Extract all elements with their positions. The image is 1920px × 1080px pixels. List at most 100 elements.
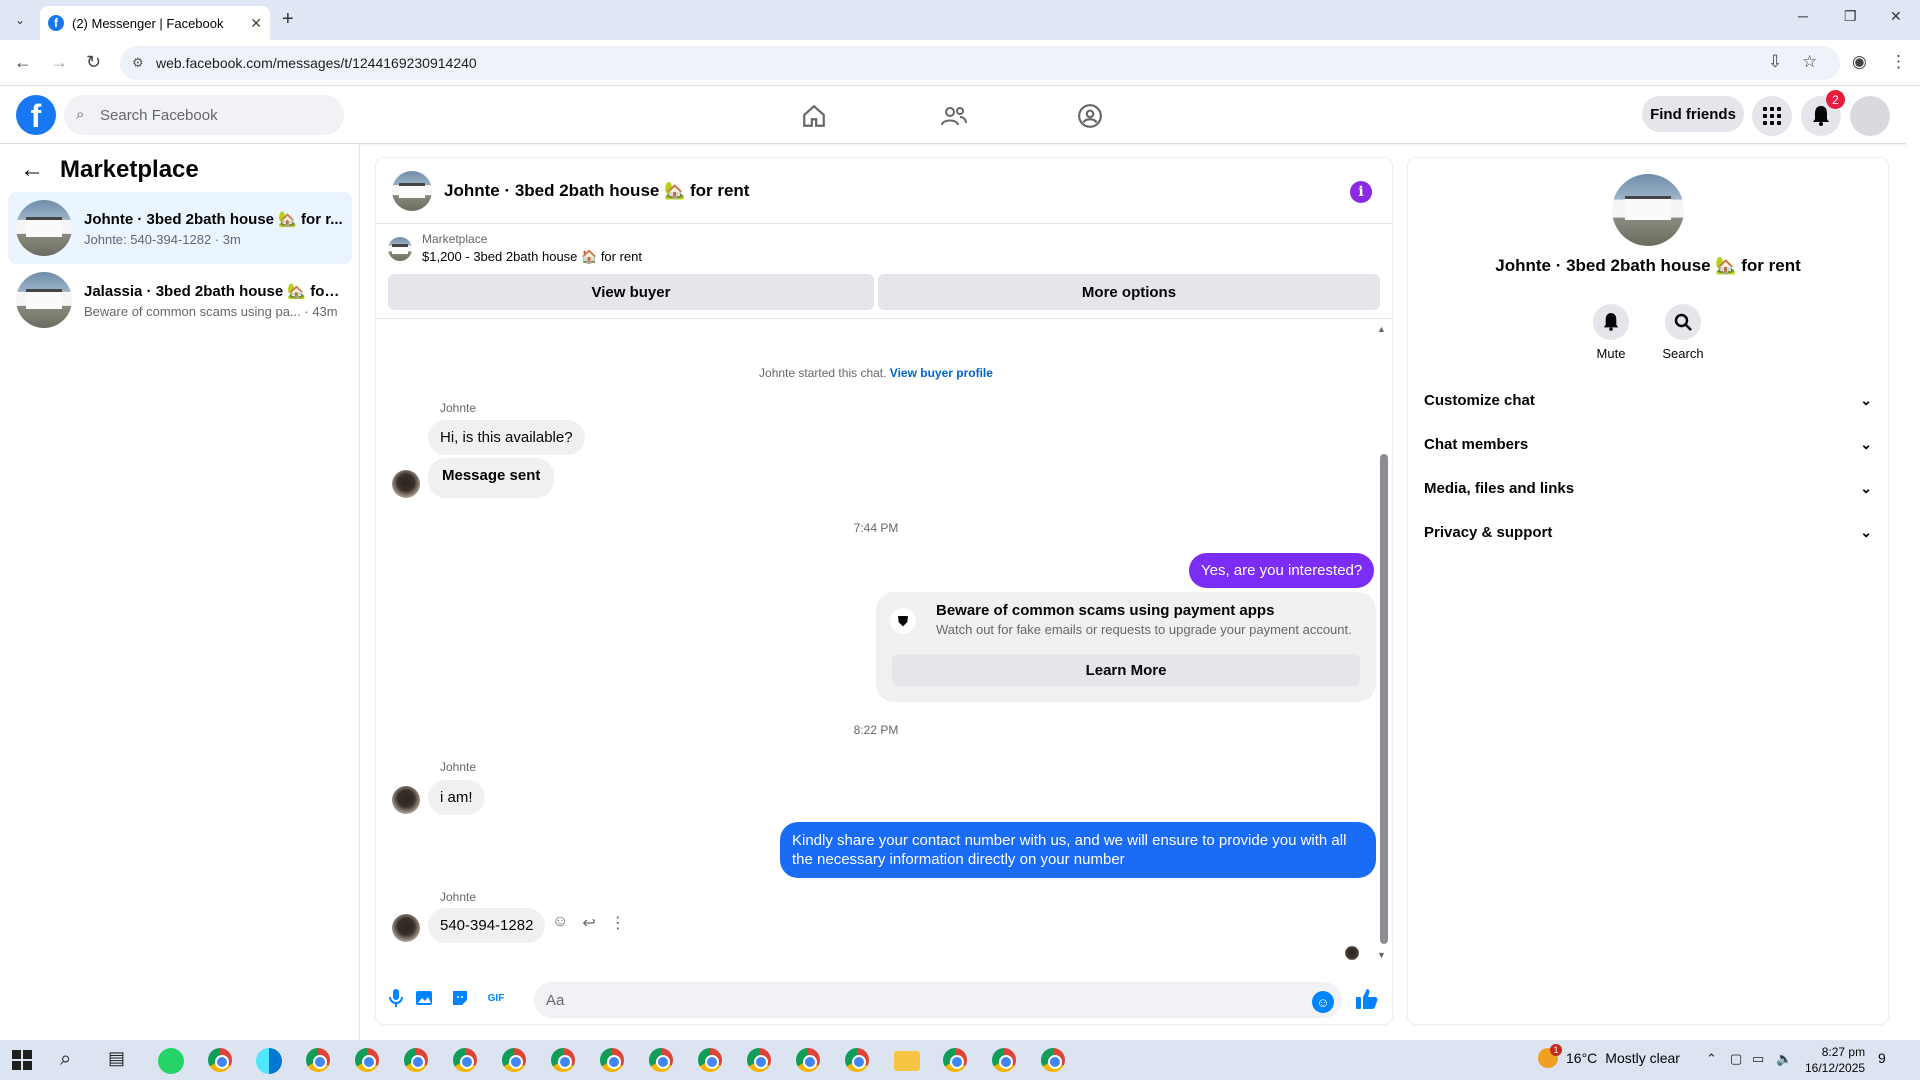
chrome-icon[interactable]: [355, 1048, 379, 1072]
chat-members-row[interactable]: Chat members ⌄: [1424, 426, 1872, 462]
chrome-icon[interactable]: [1041, 1048, 1065, 1072]
more-icon[interactable]: ⋮: [610, 913, 626, 933]
listing-summary[interactable]: Marketplace $1,200 - 3bed 2bath house 🏠 …: [388, 232, 642, 265]
notification-center-icon[interactable]: 9: [1878, 1050, 1886, 1066]
new-tab-button[interactable]: +: [282, 8, 294, 31]
bookmark-star-icon[interactable]: ☆: [1802, 52, 1817, 72]
listing-avatar[interactable]: [1612, 174, 1684, 246]
system-clock[interactable]: 8:27 pm 16/12/2025: [1805, 1044, 1865, 1076]
media-files-links-row[interactable]: Media, files and links ⌄: [1424, 470, 1872, 506]
file-explorer-icon[interactable]: [894, 1051, 920, 1071]
home-nav-icon[interactable]: [794, 96, 834, 136]
close-window-button[interactable]: ✕: [1890, 8, 1902, 25]
chrome-icon[interactable]: [796, 1048, 820, 1072]
message-bubble-incoming[interactable]: i am!: [428, 780, 485, 815]
scroll-up-arrow-icon[interactable]: ▲: [1377, 324, 1386, 334]
microphone-icon[interactable]: [384, 986, 408, 1010]
message-bubble-incoming[interactable]: Hi, is this available?: [428, 420, 585, 455]
chrome-icon[interactable]: [453, 1048, 477, 1072]
chat-scrollbar[interactable]: [1380, 454, 1388, 944]
site-info-icon[interactable]: ⚙: [132, 55, 144, 71]
learn-more-button[interactable]: Learn More: [892, 654, 1360, 686]
groups-nav-icon[interactable]: [1070, 96, 1110, 136]
message-bubble-outgoing[interactable]: Yes, are you interested?: [1189, 553, 1375, 588]
listing-description: $1,200 - 3bed 2bath house 🏠 for rent: [422, 249, 643, 264]
url-field[interactable]: ⚙ web.facebook.com/messages/t/1244169230…: [120, 46, 1840, 80]
gif-icon[interactable]: GIF: [484, 986, 508, 1010]
browser-menu-icon[interactable]: ⋮: [1890, 52, 1907, 72]
chrome-icon[interactable]: [698, 1048, 722, 1072]
profile-icon[interactable]: ◉: [1852, 52, 1867, 72]
edge-icon[interactable]: [256, 1048, 282, 1074]
scroll-down-arrow-icon[interactable]: ▼: [1377, 950, 1386, 960]
message-bubble-incoming[interactable]: 540-394-1282: [428, 908, 546, 943]
volume-icon[interactable]: 🔈: [1776, 1051, 1792, 1067]
chrome-icon[interactable]: [208, 1048, 232, 1072]
taskbar-search-icon[interactable]: ⌕: [60, 1048, 71, 1071]
back-arrow-icon[interactable]: ←: [14, 52, 32, 73]
section-label: Privacy & support: [1424, 523, 1553, 541]
privacy-support-row[interactable]: Privacy & support ⌄: [1424, 514, 1872, 550]
search-in-chat-button[interactable]: Search: [1653, 304, 1713, 361]
find-friends-button[interactable]: Find friends: [1642, 96, 1744, 132]
sticker-icon[interactable]: [448, 986, 472, 1010]
chrome-icon[interactable]: [502, 1048, 526, 1072]
chrome-icon[interactable]: [404, 1048, 428, 1072]
tab-list-chevron-icon[interactable]: ⌄: [8, 8, 32, 32]
reply-icon[interactable]: ↩: [582, 913, 595, 933]
clock-time: 8:27 pm: [1821, 1045, 1866, 1059]
conversation-item[interactable]: Johnte · 3bed 2bath house 🏡 for r... Joh…: [8, 192, 352, 264]
browser-tab[interactable]: f (2) Messenger | Facebook ✕: [40, 6, 270, 40]
chrome-icon[interactable]: [747, 1048, 771, 1072]
reload-icon[interactable]: ↻: [86, 52, 101, 73]
chat-started-notice: Johnte started this chat. View buyer pro…: [376, 366, 1376, 380]
restore-button[interactable]: ❐: [1844, 8, 1857, 25]
chrome-icon[interactable]: [306, 1048, 330, 1072]
emoji-icon[interactable]: ☺: [1312, 991, 1334, 1013]
forward-arrow-icon[interactable]: →: [50, 52, 68, 73]
whatsapp-icon[interactable]: [158, 1048, 184, 1074]
sender-avatar[interactable]: [392, 786, 420, 814]
chrome-icon[interactable]: [992, 1048, 1016, 1072]
chrome-icon[interactable]: [649, 1048, 673, 1072]
like-thumbs-up-icon[interactable]: [1356, 988, 1378, 1016]
listing-thumbnail[interactable]: [392, 170, 432, 211]
view-buyer-profile-link[interactable]: View buyer profile: [890, 366, 993, 380]
chrome-icon[interactable]: [600, 1048, 624, 1072]
chrome-icon[interactable]: [943, 1048, 967, 1072]
friends-nav-icon[interactable]: [934, 96, 974, 136]
account-avatar[interactable]: [1850, 96, 1890, 136]
facebook-logo[interactable]: f: [16, 95, 56, 135]
install-app-icon[interactable]: ⇩: [1768, 52, 1782, 72]
mute-button[interactable]: Mute: [1581, 304, 1641, 361]
message-input[interactable]: Aa: [534, 982, 1342, 1018]
chrome-icon[interactable]: [551, 1048, 575, 1072]
minimize-button[interactable]: ─: [1798, 8, 1808, 24]
view-buyer-button[interactable]: View buyer: [388, 274, 874, 310]
message-bubble-outgoing[interactable]: Kindly share your contact number with us…: [780, 822, 1376, 878]
info-icon[interactable]: i: [1350, 181, 1372, 203]
react-emoji-icon[interactable]: ☺: [552, 913, 568, 933]
clock-date: 16/12/2025: [1805, 1061, 1866, 1075]
customize-chat-row[interactable]: Customize chat ⌄: [1424, 382, 1872, 418]
chat-title[interactable]: Johnte · 3bed 2bath house 🏡 for rent: [444, 181, 749, 201]
sender-name: Johnte: [440, 890, 477, 904]
message-bubble-incoming[interactable]: Message sent: [428, 458, 555, 498]
page-scrollbar[interactable]: [1906, 86, 1920, 1040]
sender-avatar[interactable]: [392, 914, 420, 942]
sender-avatar[interactable]: [392, 470, 420, 498]
tray-chevron-up-icon[interactable]: ⌃: [1706, 1051, 1717, 1067]
network-icon[interactable]: ▭: [1752, 1051, 1764, 1067]
tab-close-icon[interactable]: ✕: [250, 15, 262, 32]
facebook-search-input[interactable]: ⌕ Search Facebook: [64, 95, 344, 135]
menu-grid-icon[interactable]: [1752, 96, 1792, 136]
conversation-item[interactable]: Jalassia · 3bed 2bath house 🏡 for ... Be…: [8, 264, 352, 336]
more-options-button[interactable]: More options: [878, 274, 1380, 310]
chrome-icon[interactable]: [845, 1048, 869, 1072]
task-view-icon[interactable]: ▤: [108, 1048, 125, 1069]
back-arrow-icon[interactable]: ←: [20, 156, 44, 184]
tray-device-icon[interactable]: ▢: [1730, 1051, 1742, 1067]
weather-widget[interactable]: 1 16°C Mostly clear: [1538, 1044, 1680, 1068]
windows-start-icon[interactable]: [12, 1050, 32, 1070]
photo-icon[interactable]: [413, 986, 437, 1010]
